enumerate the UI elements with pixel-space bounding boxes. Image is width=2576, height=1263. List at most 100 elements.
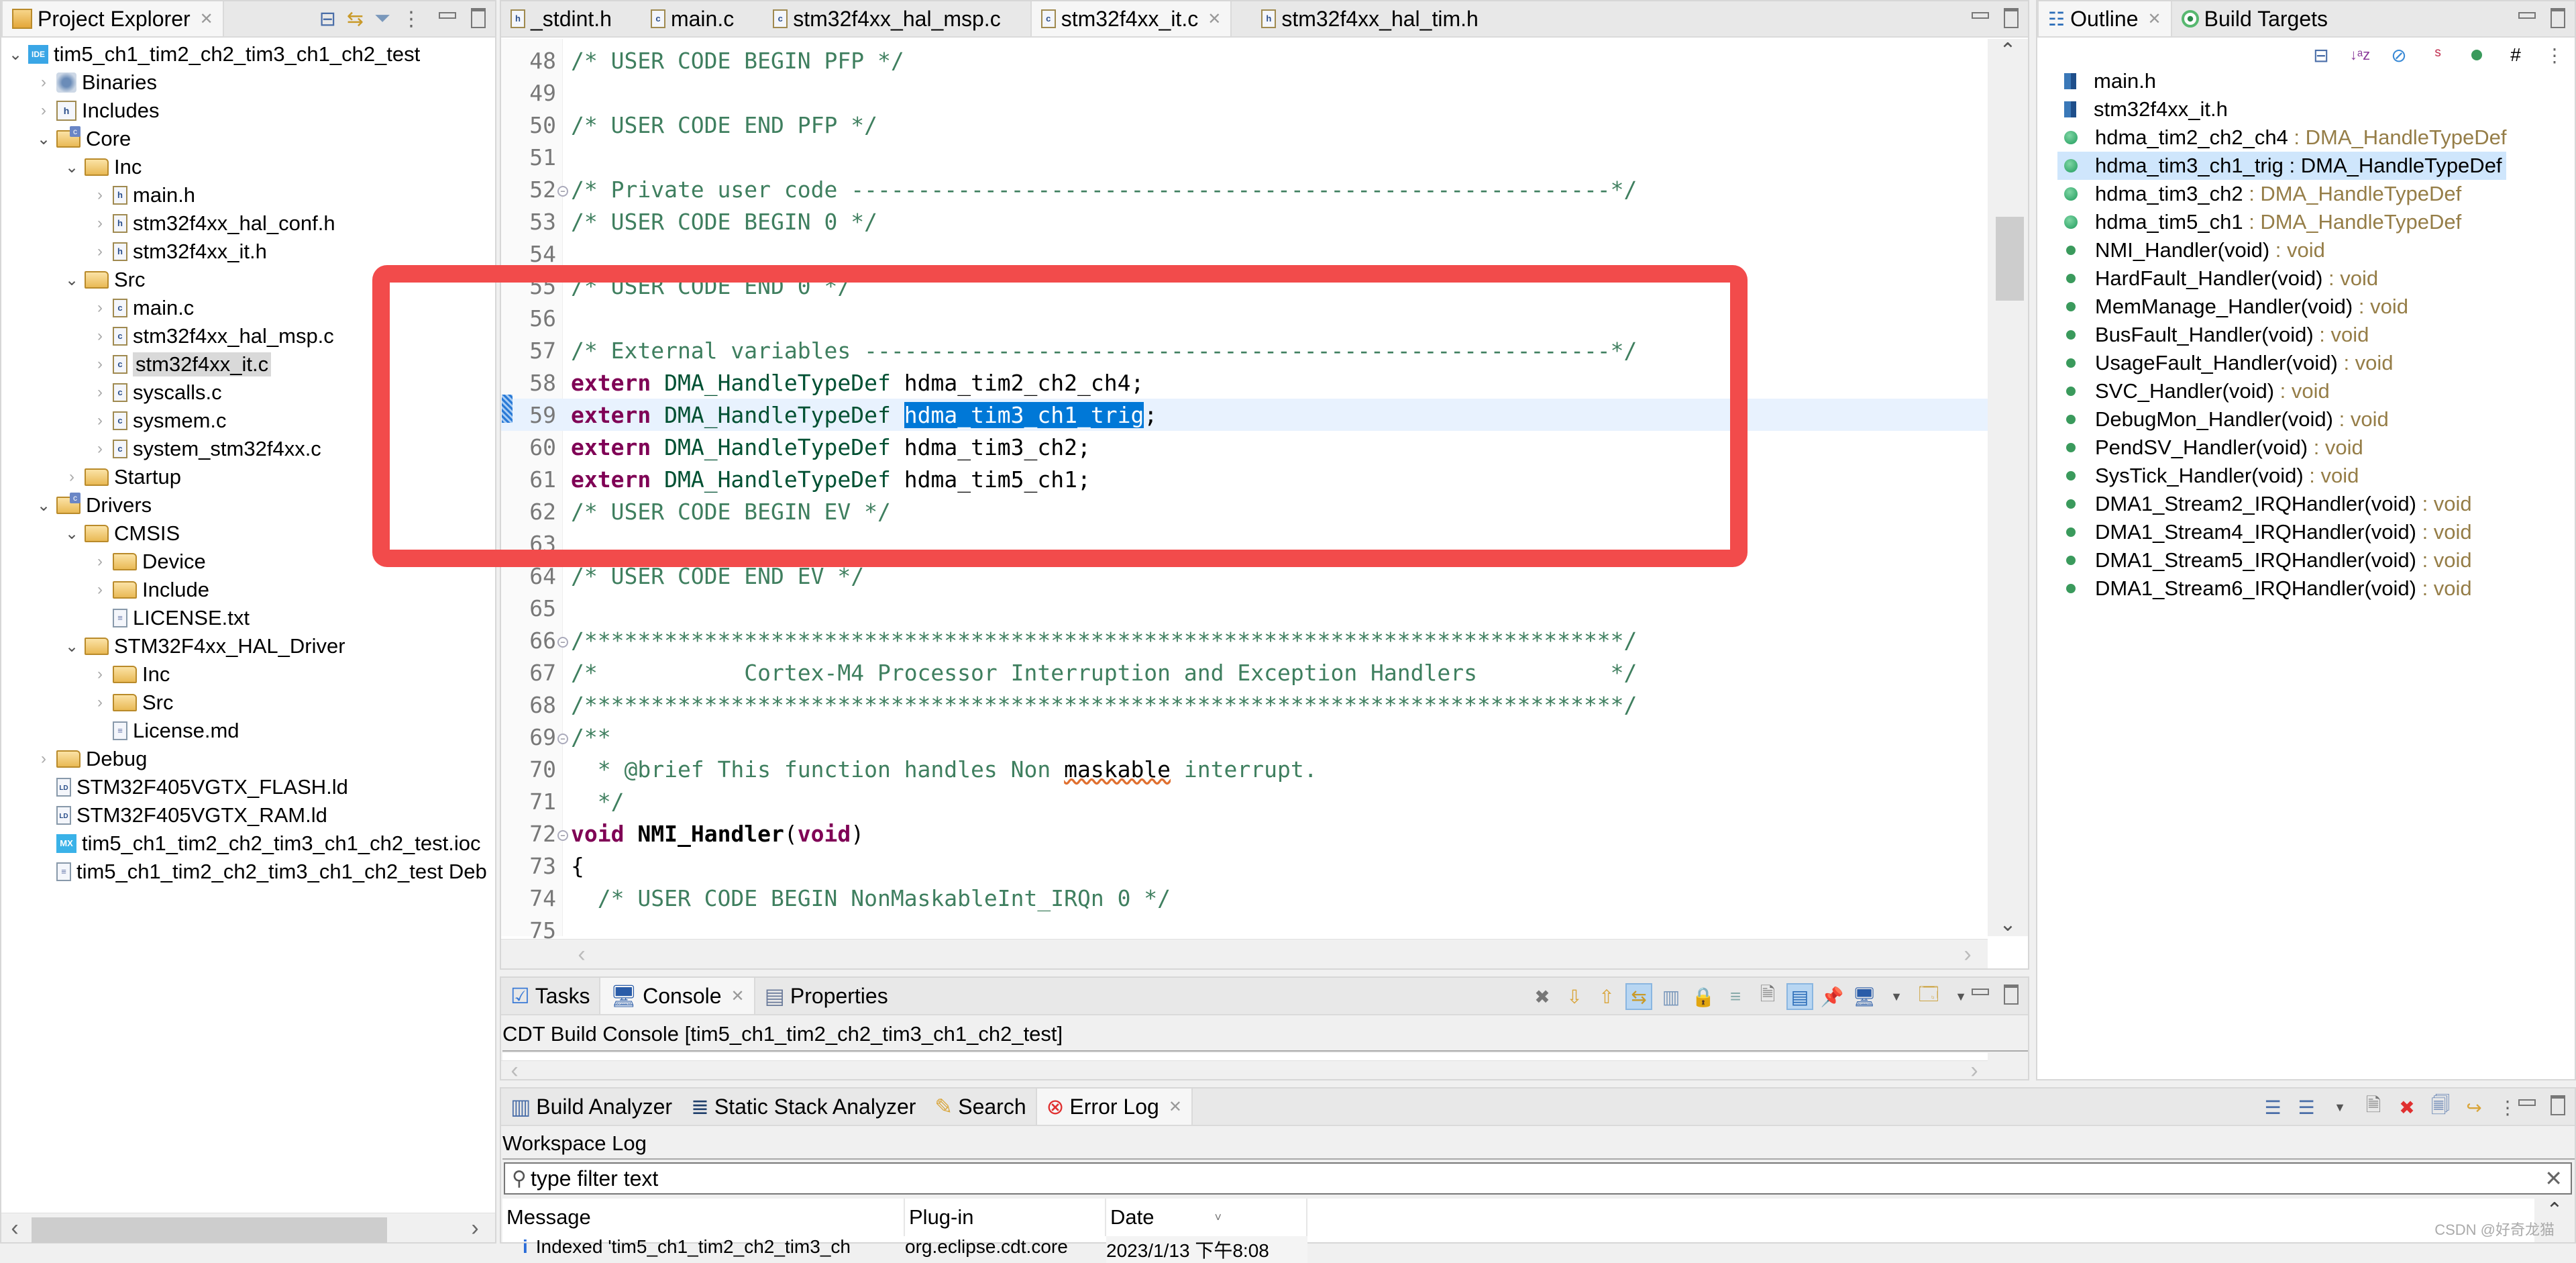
chevron-down-icon[interactable]: ⌄	[64, 637, 79, 656]
tab-project-explorer[interactable]: Project Explorer ✕	[1, 1, 224, 36]
tree-item[interactable]: › Debug	[36, 745, 147, 773]
new-console-icon[interactable]: 🗔	[1915, 983, 1942, 1010]
tree-item[interactable]: › sysmem.c	[93, 407, 227, 435]
minimize-icon[interactable]	[1972, 12, 1989, 19]
fold-toggle-icon[interactable]: −	[557, 733, 568, 744]
minimize-icon[interactable]	[1972, 989, 1989, 995]
export-log-icon[interactable]: ☰	[2259, 1094, 2286, 1121]
column-header-date[interactable]: Date ˅	[1106, 1199, 1307, 1236]
maximize-icon[interactable]	[471, 8, 486, 28]
scroll-thumb[interactable]	[32, 1217, 387, 1243]
next-icon[interactable]: ⇩	[1561, 983, 1588, 1010]
tree-item[interactable]: ⌄ Drivers	[36, 491, 152, 519]
fold-toggle-icon[interactable]: −	[557, 636, 568, 648]
scroll-left-icon[interactable]: ‹	[501, 1059, 528, 1082]
link-icon[interactable]: ⇆	[1625, 983, 1652, 1010]
log-row[interactable]: i Indexed 'tim5_ch1_tim2_ch2_tim3_ch org.…	[502, 1236, 1307, 1263]
tree-item[interactable]: › stm32f4xx_hal_conf.h	[93, 209, 335, 238]
editor-tab[interactable]: stm32f4xx_hal_tim.h	[1252, 1, 1487, 36]
minimize-icon[interactable]	[2518, 12, 2536, 19]
scroll-left-icon[interactable]: ‹	[568, 940, 595, 969]
terminate-icon[interactable]: ✖	[1529, 983, 1556, 1010]
tree-item[interactable]: License.md	[93, 717, 239, 745]
open-log-icon[interactable]: 🗐	[2427, 1094, 2454, 1121]
outline-item[interactable]: SysTick_Handler(void) : void	[2064, 462, 2359, 490]
chevron-right-icon[interactable]: ›	[36, 73, 51, 92]
outline-item[interactable]: DMA1_Stream5_IRQHandler(void) : void	[2064, 546, 2472, 574]
chevron-down-icon[interactable]: ⌄	[64, 158, 79, 177]
chevron-right-icon[interactable]: ›	[93, 383, 107, 402]
link-with-editor-icon[interactable]: ⇆	[347, 7, 364, 31]
editor-tab[interactable]: main.c	[641, 1, 743, 36]
close-icon[interactable]: ✕	[2148, 9, 2161, 29]
tree-item[interactable]: ⌄ IDE tim5_ch1_tim2_ch2_tim3_ch1_ch2_test	[8, 40, 420, 68]
outline-item[interactable]: hdma_tim3_ch2 : DMA_HandleTypeDef	[2064, 180, 2461, 208]
tree-item[interactable]: tim5_ch1_tim2_ch2_tim3_ch1_ch2_test Deb	[36, 858, 487, 886]
close-icon[interactable]: ✕	[1169, 1097, 1182, 1117]
chevron-right-icon[interactable]: ›	[93, 299, 107, 317]
console-hscroll[interactable]: ‹ ›	[501, 1059, 1988, 1082]
outline-item[interactable]: NMI_Handler(void) : void	[2064, 236, 2325, 264]
hide-macros-icon[interactable]: #	[2502, 42, 2529, 68]
import-log-icon[interactable]: ☰	[2293, 1094, 2320, 1121]
editor-vscroll[interactable]: ⌃ ⌄	[1988, 39, 2028, 936]
restore-log-icon[interactable]: ↪	[2461, 1094, 2487, 1121]
tree-item[interactable]: › Inc	[93, 660, 170, 689]
outline-item[interactable]: SVC_Handler(void) : void	[2064, 377, 2330, 405]
delete-log-icon[interactable]: ✖	[2394, 1094, 2420, 1121]
editor-hscroll[interactable]: ‹ ›	[501, 939, 1988, 968]
tree-item[interactable]: › Binaries	[36, 68, 157, 97]
outline-item[interactable]: DebugMon_Handler(void) : void	[2064, 405, 2389, 434]
tree-item[interactable]: MX tim5_ch1_tim2_ch2_tim3_ch1_ch2_test.io…	[36, 829, 481, 858]
chevron-right-icon[interactable]: ›	[93, 580, 107, 599]
view-menu-icon[interactable]: ⋮	[2494, 1094, 2521, 1121]
outline-item[interactable]: DMA1_Stream4_IRQHandler(void) : void	[2064, 518, 2472, 546]
tab-build-targets[interactable]: Build Targets	[2172, 1, 2337, 36]
tree-item[interactable]: STM32F405VGTX_FLASH.ld	[36, 773, 348, 801]
tree-item[interactable]: › stm32f4xx_it.h	[93, 238, 267, 266]
chevron-down-icon[interactable]: ⌄	[36, 130, 51, 149]
clear-filter-icon[interactable]: ✕	[2544, 1166, 2563, 1191]
pin-console-icon[interactable]: 📌	[1819, 983, 1845, 1010]
tab-properties[interactable]: ▤ Properties	[755, 978, 898, 1014]
tree-item[interactable]: › main.h	[93, 181, 195, 209]
tree-item[interactable]: › stm32f4xx_it.c	[93, 350, 272, 378]
clear-console-icon[interactable]: 🗎	[1754, 983, 1781, 1010]
chevron-right-icon[interactable]: ›	[93, 440, 107, 458]
outline-item[interactable]: hdma_tim5_ch1 : DMA_HandleTypeDef	[2064, 208, 2461, 236]
tab-static-stack-analyzer[interactable]: ≣ Static Stack Analyzer	[682, 1089, 925, 1125]
scroll-right-icon[interactable]: ›	[462, 1213, 488, 1243]
tree-item[interactable]: › stm32f4xx_hal_msp.c	[93, 322, 334, 350]
collapse-all-icon[interactable]: ⊟	[319, 7, 336, 31]
maximize-icon[interactable]	[2004, 984, 2019, 1005]
maximize-icon[interactable]	[2551, 1095, 2565, 1115]
outline-item[interactable]: HardFault_Handler(void) : void	[2064, 264, 2378, 293]
sort-icon[interactable]: ↓ᵃz	[2347, 42, 2373, 68]
tree-item[interactable]: › syscalls.c	[93, 378, 222, 407]
chevron-right-icon[interactable]: ›	[64, 468, 79, 487]
hide-static-icon[interactable]: ˢ	[2424, 42, 2451, 68]
editor-tab[interactable]: stm32f4xx_hal_msp.c	[763, 1, 1010, 36]
chevron-right-icon[interactable]: ›	[93, 214, 107, 233]
tree-item[interactable]: › Startup	[64, 463, 181, 491]
tree-item[interactable]: › Src	[93, 689, 174, 717]
fold-toggle-icon[interactable]: −	[557, 829, 568, 841]
chevron-right-icon[interactable]: ›	[36, 101, 51, 120]
tree-item[interactable]: STM32F405VGTX_RAM.ld	[36, 801, 327, 829]
chevron-right-icon[interactable]: ›	[93, 186, 107, 205]
outline-item[interactable]: UsageFault_Handler(void) : void	[2064, 349, 2394, 377]
previous-icon[interactable]: ⇧	[1593, 983, 1620, 1010]
close-icon[interactable]: ✕	[1208, 9, 1221, 29]
project-tree-hscroll[interactable]: ‹ ›	[1, 1213, 495, 1243]
minimize-icon[interactable]	[2518, 1099, 2536, 1106]
tab-error-log[interactable]: ⊗ Error Log ✕	[1035, 1089, 1193, 1125]
tree-item[interactable]: › Device	[93, 548, 206, 576]
clear-log-icon[interactable]: 🗎	[2360, 1094, 2387, 1121]
outline-item[interactable]: MemManage_Handler(void) : void	[2064, 293, 2408, 321]
scroll-up-icon[interactable]: ⌃	[1988, 39, 2028, 62]
outline-item[interactable]: BusFault_Handler(void) : void	[2064, 321, 2369, 349]
collapse-all-icon[interactable]: ⊟	[2308, 42, 2334, 68]
chevron-down-icon[interactable]: ⌄	[8, 45, 23, 64]
chevron-right-icon[interactable]: ›	[93, 552, 107, 571]
save-icon[interactable]: ▥	[1658, 983, 1684, 1010]
